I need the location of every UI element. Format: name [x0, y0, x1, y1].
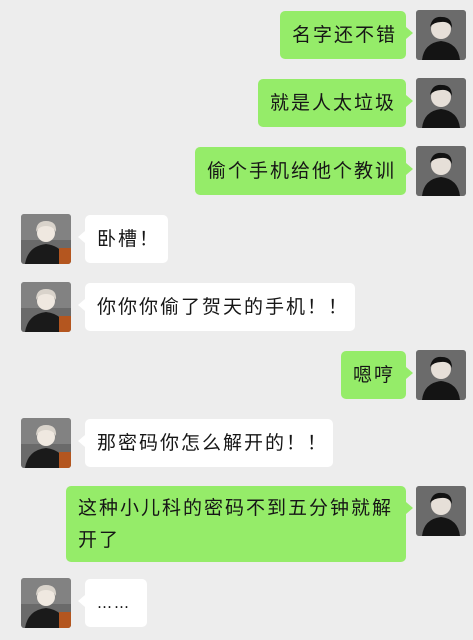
message-bubble[interactable]: ……	[78, 579, 147, 627]
message-bubble[interactable]: 就是人太垃圾	[258, 79, 413, 127]
chat-message-sent: 这种小儿科的密码不到五分钟就解开了	[0, 486, 473, 564]
chat-message-sent: 偷个手机给他个教训	[0, 146, 473, 198]
message-bubble[interactable]: 卧槽！	[78, 215, 168, 263]
avatar-received-icon[interactable]	[21, 282, 71, 332]
avatar-received-icon[interactable]	[21, 418, 71, 468]
avatar-sent-icon[interactable]	[416, 350, 466, 400]
chat-message-sent: 嗯哼	[0, 350, 473, 402]
message-bubble[interactable]: 嗯哼	[341, 351, 413, 399]
avatar-sent-icon[interactable]	[416, 486, 466, 536]
message-bubble[interactable]: 那密码你怎么解开的！！	[78, 419, 333, 467]
avatar-received-icon[interactable]	[21, 578, 71, 628]
message-bubble[interactable]: 这种小儿科的密码不到五分钟就解开了	[66, 486, 413, 562]
chat-message-received: 卧槽！	[0, 214, 473, 266]
avatar-sent-icon[interactable]	[416, 78, 466, 128]
message-bubble[interactable]: 你你你偷了贺天的手机！！	[78, 283, 355, 331]
message-bubble[interactable]: 名字还不错	[280, 11, 413, 59]
chat-message-received: 你你你偷了贺天的手机！！	[0, 282, 473, 334]
chat-message-sent: 名字还不错	[0, 10, 473, 62]
chat-message-received: 那密码你怎么解开的！！	[0, 418, 473, 470]
avatar-received-icon[interactable]	[21, 214, 71, 264]
message-bubble[interactable]: 偷个手机给他个教训	[195, 147, 413, 195]
avatar-sent-icon[interactable]	[416, 10, 466, 60]
chat-message-sent: 就是人太垃圾	[0, 78, 473, 130]
chat-message-received: ……	[0, 578, 473, 630]
avatar-sent-icon[interactable]	[416, 146, 466, 196]
